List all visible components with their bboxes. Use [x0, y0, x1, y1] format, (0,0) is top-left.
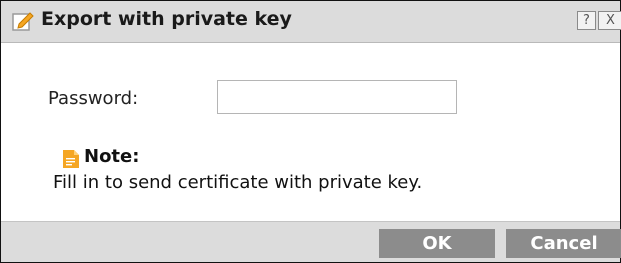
password-label: Password: — [48, 88, 139, 109]
note-text: Fill in to send certificate with private… — [53, 172, 423, 193]
ok-button[interactable]: OK — [379, 229, 495, 258]
close-button[interactable]: X — [598, 11, 621, 30]
note-icon — [63, 150, 79, 168]
cancel-button[interactable]: Cancel — [506, 229, 621, 258]
dialog-footer: OK Cancel — [1, 221, 621, 262]
help-button[interactable]: ? — [577, 11, 596, 30]
help-icon: ? — [583, 13, 590, 28]
password-input[interactable] — [217, 80, 457, 114]
edit-icon — [12, 12, 34, 31]
close-icon: X — [606, 13, 615, 28]
dialog-title: Export with private key — [41, 8, 292, 30]
note-label: Note: — [84, 146, 140, 167]
export-private-key-dialog: Export with private key ? X Password: No… — [0, 0, 621, 263]
dialog-titlebar: Export with private key ? X — [1, 1, 621, 43]
